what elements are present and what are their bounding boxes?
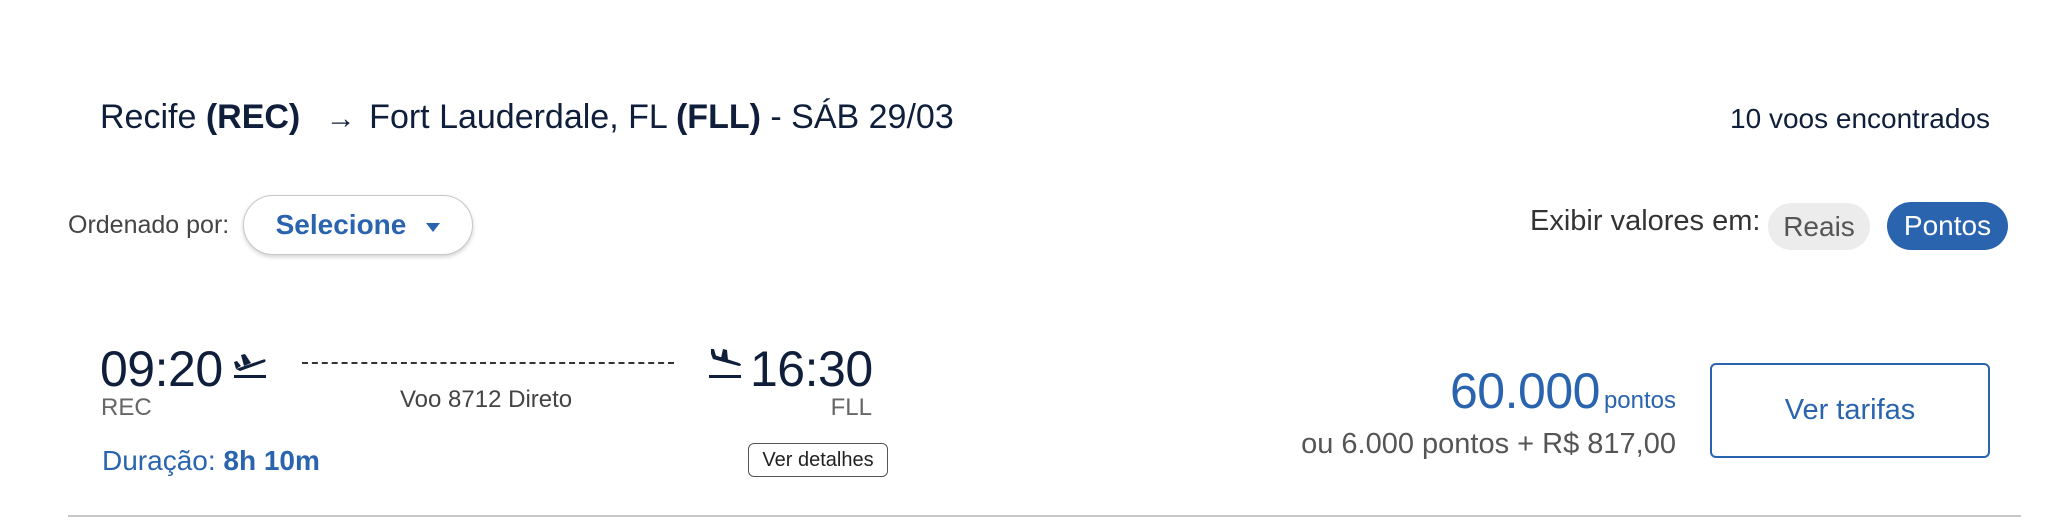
- plane-takeoff-icon: [232, 349, 268, 384]
- caret-down-icon: [426, 222, 441, 232]
- travel-date: - SÁB 29/03: [770, 98, 954, 136]
- origin-city: Recife: [100, 98, 197, 136]
- route-arrow-icon: →: [325, 102, 356, 135]
- sort-label: Ordenado por:: [68, 211, 230, 239]
- price-points-unit: pontos: [1603, 387, 1676, 414]
- price-points: 60.000 pontos: [1450, 362, 1676, 420]
- flight-info: Voo 8712 Direto: [400, 386, 573, 413]
- destination-city: Fort Lauderdale, FL: [369, 98, 667, 136]
- toggle-pontos-button[interactable]: Pontos: [1887, 202, 2008, 250]
- departure-time: 09:20: [100, 341, 223, 397]
- departure-airport-code: REC: [101, 394, 152, 421]
- display-values-label: Exibir valores em:: [1530, 205, 1761, 237]
- toggle-reais-button[interactable]: Reais: [1768, 203, 1870, 250]
- sort-dropdown[interactable]: Selecione: [243, 195, 473, 255]
- row-divider: [68, 515, 2021, 517]
- plane-landing-icon: [707, 349, 743, 384]
- destination-code: (FLL): [675, 98, 761, 136]
- view-fares-button[interactable]: Ver tarifas: [1710, 363, 1990, 458]
- flight-duration: Duração: 8h 10m: [102, 445, 320, 477]
- arrival-time: 16:30: [750, 341, 873, 397]
- duration-label: Duração:: [102, 445, 216, 476]
- route-title: Recife (REC) → Fort Lauderdale, FL (FLL)…: [100, 98, 954, 137]
- origin-code: (REC): [205, 98, 301, 136]
- results-count: 10 voos encontrados: [1730, 103, 1990, 134]
- price-points-value: 60.000: [1450, 363, 1600, 419]
- arrival-airport-code: FLL: [830, 394, 872, 421]
- view-details-button[interactable]: Ver detalhes: [748, 443, 888, 477]
- sort-selected-value: Selecione: [275, 209, 407, 240]
- flight-path-line: [302, 362, 674, 364]
- price-alternative: ou 6.000 pontos + R$ 817,00: [1301, 428, 1676, 460]
- duration-value: 8h 10m: [223, 445, 320, 476]
